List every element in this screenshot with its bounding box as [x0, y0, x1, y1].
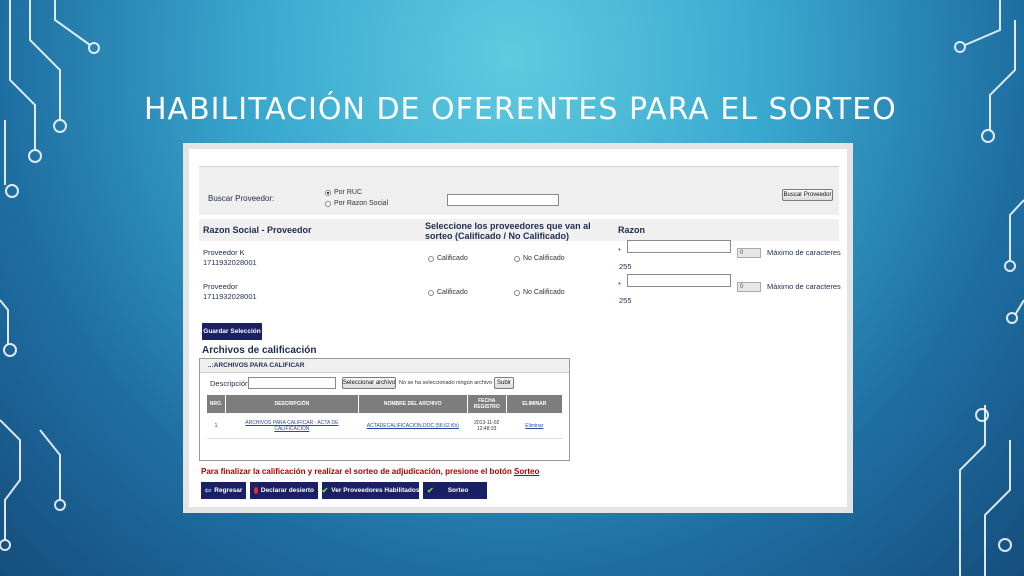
- upload-button[interactable]: Subir: [494, 377, 514, 389]
- files-box: ..:ARCHIVOS PARA CALIFICAR Descripción: …: [199, 358, 570, 461]
- option-no-calificado-2[interactable]: No Calificado: [514, 289, 565, 296]
- search-label: Buscar Proveedor:: [208, 194, 275, 203]
- view-providers-button[interactable]: ✔ Ver Proveedores Habilitados: [322, 482, 419, 499]
- top-bar: [199, 166, 839, 182]
- char-count-2: 0: [737, 282, 761, 292]
- reason-textarea-2[interactable]: [627, 274, 731, 287]
- max-chars-value: 255: [619, 262, 632, 271]
- app-frame: Buscar Proveedor: Por RUC Por Razon Soci…: [189, 149, 847, 507]
- view-providers-label: Ver Proveedores Habilitados: [331, 487, 420, 494]
- cell-nro: 1: [206, 413, 226, 439]
- description-label: Descripción:: [210, 379, 252, 388]
- radio-icon[interactable]: [428, 255, 434, 262]
- declare-desert-label: Declarar desierto: [260, 487, 314, 494]
- col-select: Seleccione los proveedores que van al so…: [425, 221, 591, 241]
- draw-button[interactable]: ✔ Sorteo: [423, 482, 487, 499]
- files-box-title: ..:ARCHIVOS PARA CALIFICAR: [208, 362, 305, 369]
- provider-row-2: Proveedor 1711932028001: [203, 282, 257, 302]
- delete-link[interactable]: Eliminar: [525, 423, 543, 429]
- header-delete: ELIMINAR: [505, 394, 564, 414]
- search-input[interactable]: [447, 194, 559, 206]
- char-count-1: 0: [737, 248, 761, 258]
- final-message-link[interactable]: Sorteo: [514, 467, 539, 476]
- radio-by-ruc[interactable]: Por RUC: [325, 189, 362, 196]
- option-label: No Calificado: [523, 289, 565, 296]
- max-chars-label: Máximo de caracteres: [767, 282, 841, 291]
- draw-button-label: Sorteo: [447, 487, 469, 494]
- option-label: Calificado: [437, 289, 468, 296]
- file-link[interactable]: ACTADECALIFICACION.DOC (58.62 Kb): [367, 423, 459, 429]
- search-provider-button[interactable]: Buscar Proveedor: [782, 189, 833, 201]
- header-nro: NRO.: [206, 394, 226, 414]
- no-file-text: No se ha seleccionado ningún archivo: [399, 380, 492, 386]
- stop-icon: [254, 487, 258, 494]
- time-value: 12:48:33: [476, 426, 497, 432]
- check-icon: ✔: [321, 486, 329, 495]
- radio-icon[interactable]: [325, 200, 331, 207]
- col-reason: Razon: [618, 225, 645, 235]
- slide-title: HABILITACIÓN DE OFERENTES PARA EL SORTEO: [144, 92, 897, 127]
- max-chars-value: 255: [619, 296, 632, 305]
- radio-by-ruc-label: Por RUC: [334, 189, 363, 196]
- reason-textarea-1[interactable]: [627, 240, 731, 253]
- provider-name: Proveedor K: [203, 248, 245, 257]
- provider-ruc: 1711932028001: [203, 258, 257, 267]
- table-row: 1 ARCHIVOS PARA CALIFICAR - ACTA DE CALI…: [206, 413, 563, 439]
- header-file-name: NOMBRE DEL ARCHIVO: [357, 394, 468, 414]
- header-date: FECHA REGISTRO: [466, 394, 507, 414]
- option-no-calificado-1[interactable]: No Calificado: [514, 255, 565, 262]
- check-icon: ✔: [427, 486, 434, 495]
- back-button-label: Regresar: [214, 487, 243, 494]
- cell-date: 2013-11-02 12:48:33: [467, 413, 507, 439]
- option-calificado-1[interactable]: Calificado: [428, 255, 468, 262]
- provider-ruc: 1711932028001: [203, 292, 257, 301]
- col-provider: Razon Social - Proveedor: [203, 225, 312, 235]
- final-message-text: Para finalizar la calificación y realiza…: [201, 467, 514, 476]
- back-button[interactable]: ⇦ Regresar: [201, 482, 246, 499]
- radio-icon[interactable]: [514, 255, 520, 262]
- screenshot-panel: Buscar Proveedor: Por RUC Por Razon Soci…: [183, 143, 853, 513]
- radio-by-razon[interactable]: Por Razon Social: [325, 200, 388, 207]
- description-link[interactable]: ARCHIVOS PARA CALIFICAR - ACTA DE CALIFI…: [245, 420, 338, 432]
- save-selection-button[interactable]: Guardar Selección: [202, 323, 262, 340]
- radio-icon[interactable]: [428, 289, 434, 296]
- provider-row-1: Proveedor K 1711932028001: [203, 248, 257, 268]
- description-input[interactable]: [248, 377, 336, 389]
- declare-desert-button[interactable]: Declarar desierto: [250, 482, 318, 499]
- files-section-title: Archivos de calificación: [202, 345, 317, 356]
- max-chars-label: Máximo de caracteres: [767, 248, 841, 257]
- radio-icon[interactable]: [325, 189, 331, 196]
- option-label: Calificado: [437, 255, 468, 262]
- final-message: Para finalizar la calificación y realiza…: [201, 467, 539, 476]
- required-mark: *: [618, 280, 621, 289]
- required-mark: *: [618, 246, 621, 255]
- arrow-left-icon: ⇦: [204, 486, 212, 495]
- option-calificado-2[interactable]: Calificado: [428, 289, 468, 296]
- radio-icon[interactable]: [514, 289, 520, 296]
- header-description: DESCRIPCIÓN: [224, 394, 359, 414]
- select-file-button[interactable]: Seleccionar archivo: [342, 377, 396, 389]
- files-table: NRO. DESCRIPCIÓN NOMBRE DEL ARCHIVO FECH…: [206, 394, 564, 439]
- provider-name: Proveedor: [203, 282, 238, 291]
- radio-by-razon-label: Por Razon Social: [334, 200, 389, 207]
- option-label: No Calificado: [523, 255, 565, 262]
